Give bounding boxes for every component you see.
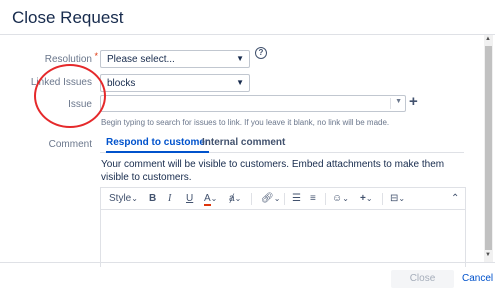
emoji-icon[interactable]: ☺⌄: [332, 193, 349, 204]
tab-description: Your comment will be visible to customer…: [101, 159, 445, 183]
chevron-down-icon[interactable]: ▼: [395, 98, 402, 105]
chevron-down-icon: ▼: [236, 54, 244, 63]
scroll-up-icon[interactable]: ▲: [485, 36, 491, 42]
link-icon[interactable]: 🔗︎⌄: [261, 193, 280, 204]
resolution-label: Resolution *: [44, 51, 98, 65]
required-mark: *: [94, 51, 98, 61]
annotation-circle: [34, 64, 106, 128]
bold-button[interactable]: B: [149, 193, 156, 204]
tab-respond-to-customer[interactable]: Respond to customer: [106, 137, 209, 153]
linked-issues-label: Linked Issues: [30, 77, 92, 88]
resolution-select[interactable]: Please select... ▼: [100, 50, 250, 68]
insert-plus-icon[interactable]: +⌄: [360, 193, 373, 204]
collapse-toolbar-icon[interactable]: ⌃: [451, 193, 459, 204]
comment-editor[interactable]: Style⌄ B I U A⌄ ⱥ⌄ 🔗︎⌄ ☰ ≡ ☺⌄ +⌄ ⊟⌄ ⌃: [100, 187, 466, 267]
underline-button[interactable]: U: [186, 193, 193, 204]
chevron-down-icon: ▼: [236, 78, 244, 87]
add-icon[interactable]: +: [409, 93, 418, 110]
text-color-button[interactable]: A⌄: [204, 193, 218, 206]
toolbar-separator: [325, 193, 326, 205]
cancel-button[interactable]: Cancel: [462, 270, 493, 288]
chevron-down-icon: ⌄: [210, 194, 218, 203]
editor-toolbar: Style⌄ B I U A⌄ ⱥ⌄ 🔗︎⌄ ☰ ≡ ☺⌄ +⌄ ⊟⌄ ⌃: [101, 188, 465, 210]
clear-format-icon[interactable]: ⱥ⌄: [229, 193, 241, 204]
scroll-down-icon[interactable]: ▼: [485, 252, 491, 258]
issue-hint: Begin typing to search for issues to lin…: [101, 118, 390, 127]
dialog-title: Close Request: [12, 8, 124, 27]
toolbar-separator: [251, 193, 252, 205]
style-dropdown[interactable]: Style⌄: [109, 193, 138, 204]
comment-tabs: Respond to customer Internal comment: [100, 137, 464, 153]
scrollbar-thumb[interactable]: [485, 46, 492, 250]
comment-label: Comment: [48, 139, 92, 150]
close-request-button[interactable]: Close Request: [391, 270, 454, 288]
resolution-value: Please select...: [107, 54, 175, 65]
insert-comment-icon[interactable]: ⊟⌄: [390, 193, 405, 204]
toolbar-separator: [284, 193, 285, 205]
bullet-list-icon[interactable]: ☰: [292, 193, 301, 204]
italic-button[interactable]: I: [168, 193, 171, 204]
linked-issues-value: blocks: [107, 78, 136, 89]
input-divider: [390, 98, 391, 109]
header-divider: [0, 34, 495, 35]
numbered-list-icon[interactable]: ≡: [310, 193, 316, 204]
issue-input[interactable]: ▼: [100, 95, 406, 112]
issue-label: Issue: [68, 99, 92, 110]
toolbar-separator: [382, 193, 383, 205]
footer-divider: [0, 262, 495, 263]
tab-internal-comment[interactable]: Internal comment: [202, 137, 285, 153]
linked-issues-select[interactable]: blocks ▼: [100, 74, 250, 92]
help-icon[interactable]: ?: [255, 47, 267, 59]
chevron-down-icon: ⌄: [131, 194, 138, 203]
